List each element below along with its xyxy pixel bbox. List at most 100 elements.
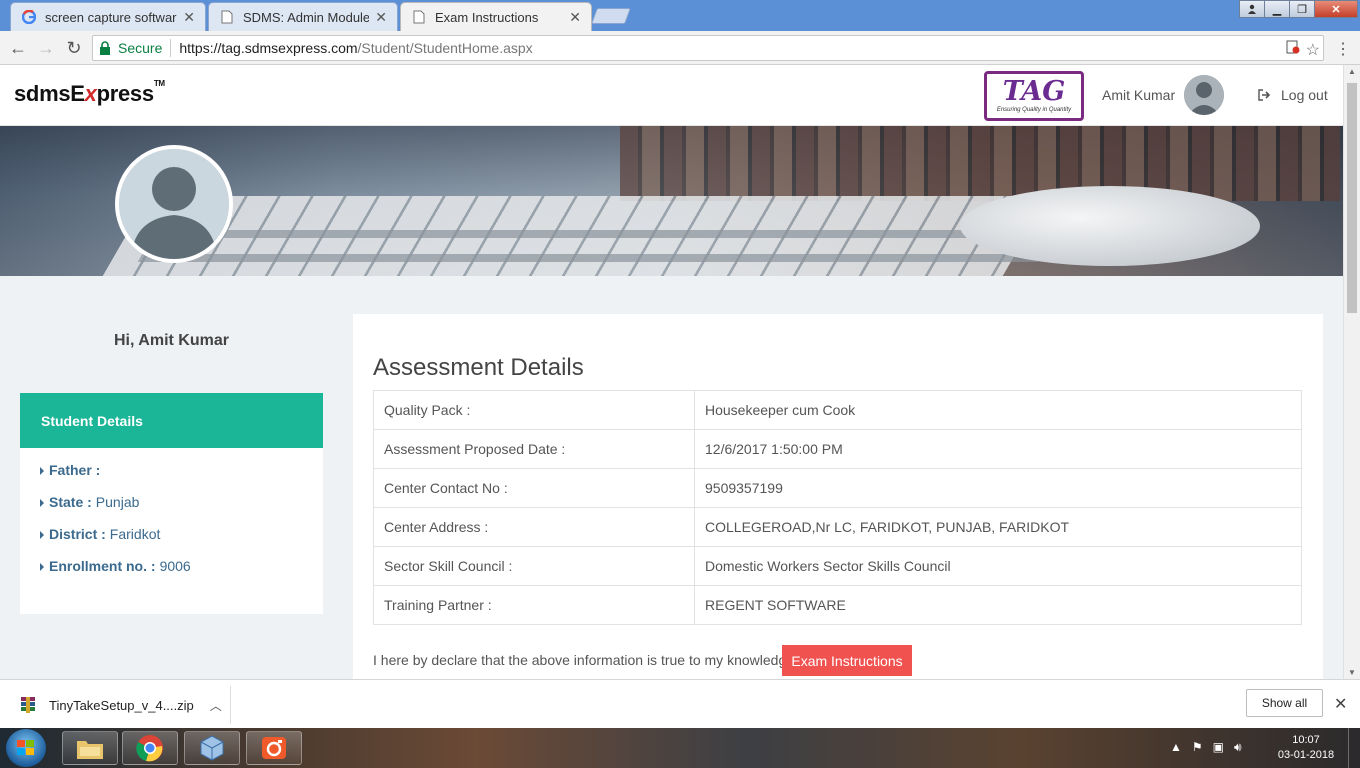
scroll-up-icon[interactable]: ▲ bbox=[1344, 67, 1360, 76]
tab-sdms-admin[interactable]: SDMS: Admin Module ✕ bbox=[208, 2, 398, 31]
forward-arrow-icon[interactable]: → bbox=[34, 36, 58, 60]
tab-exam-instructions[interactable]: Exam Instructions ✕ bbox=[400, 2, 592, 31]
student-details-title: Student Details bbox=[20, 393, 323, 448]
exam-instructions-button[interactable]: Exam Instructions bbox=[782, 645, 912, 676]
row-value: 12/6/2017 1:50:00 PM bbox=[694, 429, 1302, 469]
sign-out-icon bbox=[1258, 89, 1271, 101]
page-icon bbox=[411, 9, 427, 25]
action-center-flag-icon[interactable]: ⚑ bbox=[1192, 740, 1203, 755]
network-icon[interactable]: ▣ bbox=[1213, 740, 1224, 755]
secure-label: Secure bbox=[118, 40, 163, 56]
table-row: Center Address : COLLEGEROAD,Nr LC, FARID… bbox=[373, 507, 1302, 547]
close-window-button[interactable]: ✕ bbox=[1314, 0, 1358, 18]
download-item[interactable]: TinyTakeSetup_v_4....zip ︿ bbox=[0, 686, 231, 724]
address-bar[interactable]: Secure https://tag.sdmsexpress.com/Stude… bbox=[92, 35, 1324, 61]
google-g-icon bbox=[21, 9, 37, 25]
clock-date: 03-01-2018 bbox=[1277, 749, 1335, 761]
student-details-list: Father : State : Punjab District : Farid… bbox=[20, 448, 323, 590]
chevron-up-icon[interactable]: ︿ bbox=[210, 697, 222, 714]
page-scrollbar[interactable]: ▲ ▼ bbox=[1343, 65, 1360, 679]
close-icon[interactable]: ✕ bbox=[1334, 694, 1347, 714]
site-header: sdmsExpressTM TAG Ensuring Quality in Qu… bbox=[0, 65, 1343, 126]
logo-trademark: TM bbox=[153, 79, 165, 88]
tab-close-icon[interactable]: ✕ bbox=[375, 9, 387, 26]
table-row: Training Partner : REGENT SOFTWARE bbox=[373, 585, 1302, 625]
logo-rest: press bbox=[96, 81, 155, 106]
row-label: Center Address : bbox=[373, 507, 695, 547]
row-label: Assessment Proposed Date : bbox=[373, 429, 695, 469]
blocked-popup-icon[interactable] bbox=[1286, 40, 1300, 59]
app-taskbar-button[interactable] bbox=[184, 731, 240, 765]
url-path: /Student/StudentHome.aspx bbox=[357, 40, 533, 56]
address-divider bbox=[170, 39, 172, 57]
scroll-down-icon[interactable]: ▼ bbox=[1344, 668, 1360, 677]
sdmsexpress-logo[interactable]: sdmsExpressTM bbox=[14, 79, 165, 107]
logout-label: Log out bbox=[1281, 87, 1328, 103]
show-desktop-button[interactable] bbox=[1348, 728, 1360, 768]
assessment-table: Quality Pack : Housekeeper cum Cook Asses… bbox=[373, 390, 1302, 625]
assessment-details-card: Assessment Details Quality Pack : Houseke… bbox=[353, 314, 1323, 679]
detail-label: District : bbox=[49, 526, 106, 542]
row-value: Domestic Workers Sector Skills Council bbox=[694, 546, 1302, 586]
start-button[interactable] bbox=[6, 729, 46, 767]
windows-logo-icon bbox=[17, 740, 34, 755]
restore-button[interactable]: ❐ bbox=[1289, 0, 1315, 18]
download-file-name: TinyTakeSetup_v_4....zip bbox=[49, 697, 194, 713]
detail-label: Father : bbox=[49, 462, 101, 478]
minimize-button[interactable]: ▁ bbox=[1264, 0, 1290, 18]
user-profile-icon[interactable] bbox=[1239, 0, 1265, 18]
row-label: Training Partner : bbox=[373, 585, 695, 625]
explorer-taskbar-button[interactable] bbox=[62, 731, 118, 765]
header-user-name: Amit Kumar bbox=[1102, 87, 1176, 103]
tab-label: screen capture software bbox=[45, 9, 178, 25]
logo-x: x bbox=[84, 81, 97, 106]
folder-icon bbox=[77, 741, 103, 759]
table-row: Assessment Proposed Date :12/6/2017 1:50… bbox=[373, 429, 1302, 469]
banner-mouse bbox=[960, 186, 1260, 266]
screen-capture-taskbar-button[interactable] bbox=[246, 731, 302, 765]
row-label: Quality Pack : bbox=[373, 390, 695, 430]
banner-keyboard-row bbox=[137, 254, 1043, 262]
student-details-card: Student Details Father : State : Punjab … bbox=[20, 393, 323, 614]
new-tab-button[interactable] bbox=[591, 8, 631, 24]
windows-taskbar: ▲ ⚑ ▣ 🔊︎ 10:07 03-01-2018 bbox=[0, 728, 1360, 768]
tab-screen-capture[interactable]: screen capture software ✕ bbox=[10, 2, 206, 31]
avatar[interactable] bbox=[1184, 75, 1224, 115]
greeting: Hi, Amit Kumar bbox=[114, 332, 229, 349]
chrome-icon bbox=[136, 735, 163, 762]
tray-expand-icon[interactable]: ▲ bbox=[1170, 740, 1182, 755]
tab-label: SDMS: Admin Module bbox=[243, 9, 370, 25]
browser-menu-icon[interactable]: ⋮ bbox=[1335, 39, 1351, 59]
detail-label: Enrollment no. : bbox=[49, 558, 156, 574]
camera-icon bbox=[262, 737, 286, 759]
row-value: COLLEGEROAD,Nr LC, FARIDKOT, PUNJAB, FAR… bbox=[694, 507, 1302, 547]
chrome-taskbar-button[interactable] bbox=[122, 731, 178, 765]
tab-close-icon[interactable]: ✕ bbox=[183, 9, 195, 26]
bookmark-star-icon[interactable]: ☆ bbox=[1306, 40, 1320, 60]
row-value: Housekeeper cum Cook bbox=[694, 390, 1302, 430]
row-value: 9509357199 bbox=[694, 468, 1302, 508]
secure-indicator[interactable]: Secure bbox=[99, 40, 162, 56]
logout-link[interactable]: Log out bbox=[1258, 87, 1328, 103]
back-arrow-icon[interactable]: ← bbox=[6, 36, 30, 60]
tag-logo-text: TAG bbox=[1002, 76, 1066, 107]
row-label: Center Contact No : bbox=[373, 468, 695, 508]
caret-right-icon bbox=[40, 563, 44, 571]
profile-avatar bbox=[115, 145, 233, 263]
detail-label: State : bbox=[49, 494, 92, 510]
caret-right-icon bbox=[40, 467, 44, 475]
detail-value: Faridkot bbox=[109, 526, 161, 542]
scrollbar-thumb[interactable] bbox=[1347, 83, 1357, 313]
table-row: Center Contact No :9509357199 bbox=[373, 468, 1302, 508]
volume-icon[interactable]: 🔊︎ bbox=[1234, 740, 1242, 755]
url-host: https://tag.sdmsexpress.com bbox=[179, 40, 358, 56]
downloads-bar: TinyTakeSetup_v_4....zip ︿ Show all ✕ bbox=[0, 679, 1360, 728]
browser-tab-strip: screen capture software ✕ SDMS: Admin Mo… bbox=[0, 0, 1360, 31]
tab-close-icon[interactable]: ✕ bbox=[569, 9, 581, 26]
reload-icon[interactable]: ↻ bbox=[62, 36, 86, 60]
detail-state: State : Punjab bbox=[39, 494, 323, 526]
system-clock[interactable]: 10:07 03-01-2018 bbox=[1276, 733, 1336, 763]
show-all-button[interactable]: Show all bbox=[1246, 689, 1323, 717]
detail-father: Father : bbox=[39, 462, 323, 494]
archive-file-icon bbox=[21, 697, 35, 713]
